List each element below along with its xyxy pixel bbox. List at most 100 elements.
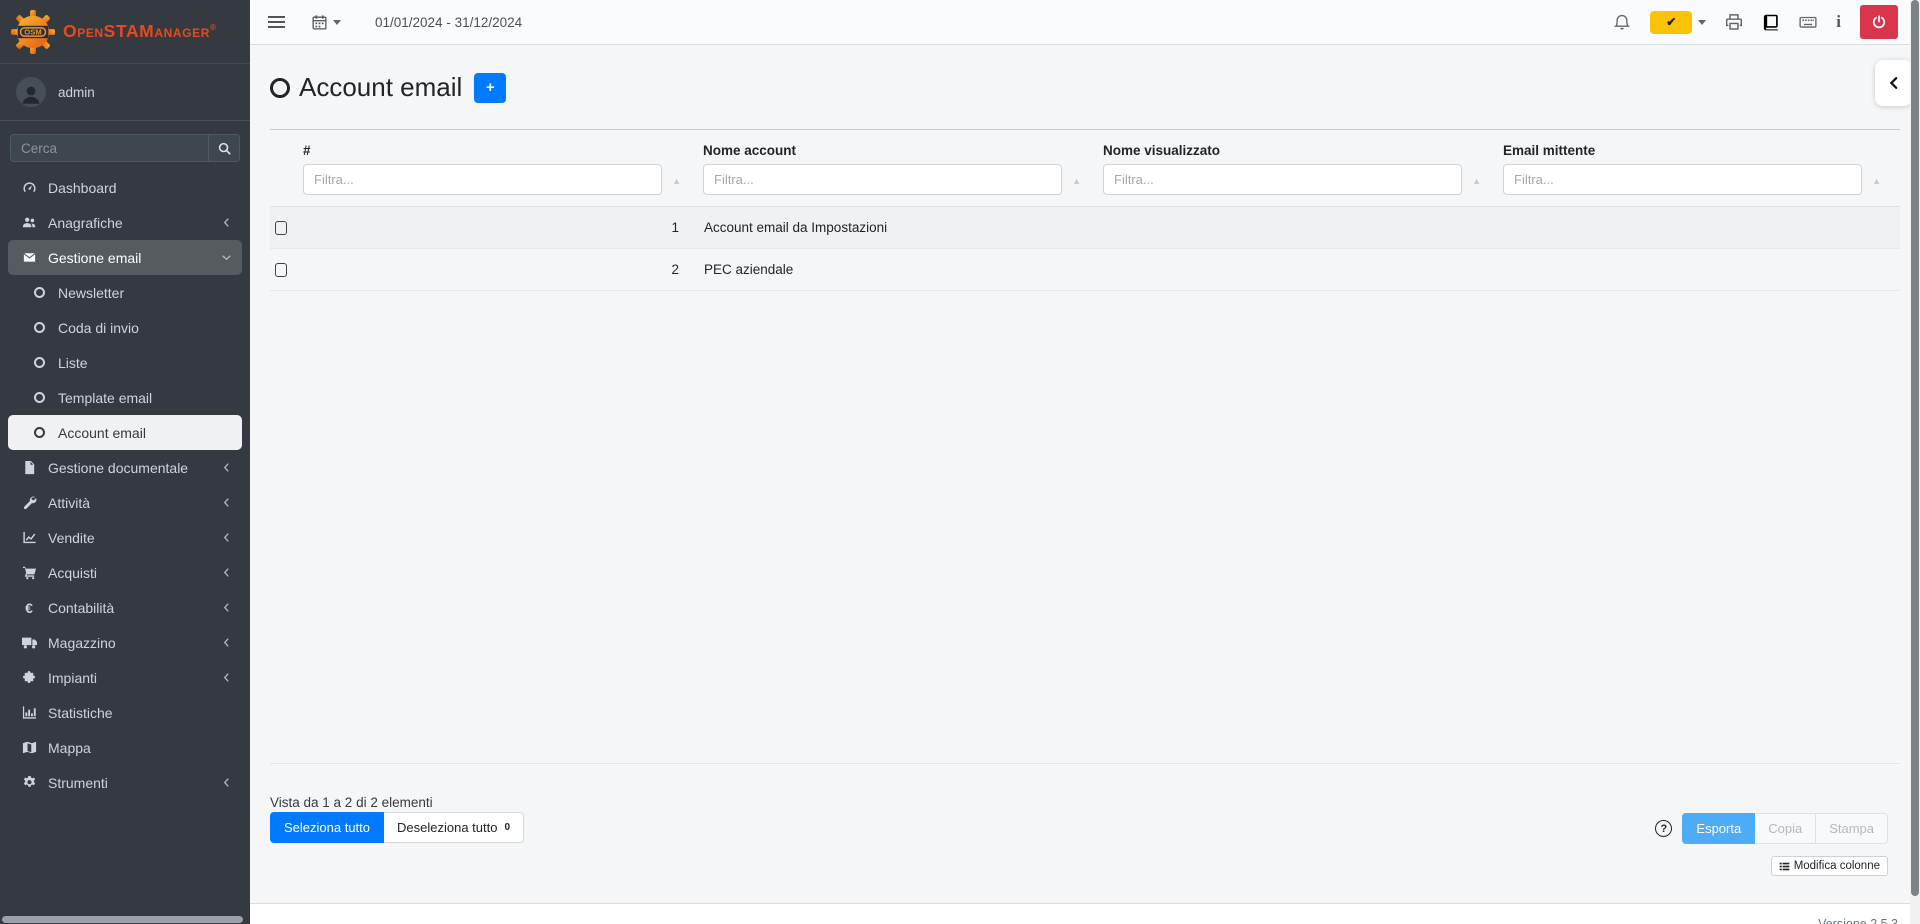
sidebar-item-attivita[interactable]: Attività	[8, 485, 242, 520]
filter-input-nome-visualizzato[interactable]	[1103, 164, 1462, 195]
power-icon	[1871, 14, 1887, 30]
column-header-nome-account: Nome account ▲	[700, 142, 1100, 195]
circle-icon	[28, 392, 50, 403]
sidebar-item-label: Coda di invio	[58, 320, 139, 336]
search-icon	[217, 141, 232, 156]
chevron-left-icon	[221, 217, 232, 228]
records-table: # ▲ Nome account ▲ Nome visualizzato ▲ E…	[270, 129, 1900, 291]
modify-columns-button[interactable]: Modifica colonne	[1771, 856, 1888, 876]
right-panel-toggle-button[interactable]	[1875, 60, 1912, 106]
caret-down-icon	[333, 20, 341, 25]
add-record-button[interactable]: +	[474, 73, 506, 103]
logo[interactable]: OSM OpenSTAManager®	[0, 0, 250, 64]
sidebar-item-anagrafiche[interactable]: Anagrafiche	[8, 205, 242, 240]
sort-asc-icon[interactable]: ▲	[1472, 176, 1481, 186]
help-icon[interactable]: ?	[1655, 820, 1672, 837]
bell-icon	[1613, 13, 1631, 31]
calendar-icon	[311, 14, 328, 31]
chevron-left-icon	[221, 637, 232, 648]
hamburger-menu-icon[interactable]	[268, 16, 285, 28]
sidebar-item-newsletter[interactable]: Newsletter	[8, 275, 242, 310]
filter-input-email-mittente[interactable]	[1503, 164, 1862, 195]
sidebar-item-acquisti[interactable]: Acquisti	[8, 555, 242, 590]
info-icon: i	[1836, 12, 1841, 32]
circle-icon	[28, 427, 50, 438]
sidebar-item-label: Statistiche	[48, 705, 113, 721]
cell-nome-account: PEC aziendale	[700, 262, 1100, 277]
print-button[interactable]	[1725, 13, 1743, 31]
chart-line-icon	[18, 530, 40, 545]
sidebar-item-label: Vendite	[48, 530, 95, 546]
chevron-left-icon	[221, 497, 232, 508]
results-summary: Vista da 1 a 2 di 2 elementi	[270, 795, 433, 810]
chevron-down-icon	[221, 252, 232, 263]
sidebar: OSM OpenSTAManager® admin Dashboard Anag	[0, 0, 250, 924]
copy-button[interactable]: Copia	[1755, 813, 1816, 844]
info-button[interactable]: i	[1836, 12, 1841, 32]
search-button[interactable]	[208, 135, 239, 161]
caret-down-icon	[1698, 20, 1706, 25]
sidebar-horizontal-scrollbar[interactable]	[2, 916, 243, 923]
sidebar-item-dashboard[interactable]: Dashboard	[8, 170, 242, 205]
tasks-status-button[interactable]: ✔	[1650, 11, 1692, 34]
sidebar-item-magazzino[interactable]: Magazzino	[8, 625, 242, 660]
page-header: Account email +	[270, 72, 1900, 103]
logout-button[interactable]	[1860, 5, 1898, 39]
deselect-all-button[interactable]: Deseleziona tutto 0	[384, 812, 524, 843]
logo-badge-text: OSM	[24, 27, 41, 36]
docs-button[interactable]	[1762, 13, 1780, 31]
euro-icon: €	[18, 601, 40, 615]
file-icon	[18, 460, 40, 475]
export-button[interactable]: Esporta	[1682, 813, 1755, 844]
puzzle-icon	[18, 670, 40, 685]
sort-asc-icon[interactable]: ▲	[1872, 176, 1881, 186]
vertical-scrollbar[interactable]	[1910, 0, 1920, 924]
book-icon	[1762, 13, 1780, 31]
tachometer-icon	[18, 180, 40, 195]
vertical-scrollbar-thumb[interactable]	[1911, 0, 1919, 896]
circle-icon	[28, 322, 50, 333]
date-range[interactable]: 01/01/2024 - 31/12/2024	[375, 15, 522, 30]
table-row[interactable]: 2 PEC aziendale	[270, 249, 1900, 291]
sidebar-item-label: Gestione email	[48, 250, 141, 266]
user-name: admin	[58, 85, 95, 100]
checkbox-column-header	[270, 142, 300, 195]
sidebar-item-gestione-email[interactable]: Gestione email	[8, 240, 242, 275]
select-all-button[interactable]: Seleziona tutto	[270, 812, 384, 843]
sidebar-item-mappa[interactable]: Mappa	[8, 730, 242, 765]
map-icon	[18, 740, 40, 755]
sidebar-item-label: Anagrafiche	[48, 215, 123, 231]
user-panel[interactable]: admin	[0, 64, 250, 121]
notifications-button[interactable]	[1613, 13, 1631, 31]
table-row[interactable]: 1 Account email da Impostazioni	[270, 207, 1900, 249]
app-window: OSM OpenSTAManager® admin Dashboard Anag	[0, 0, 1920, 924]
sidebar-item-label: Impianti	[48, 670, 97, 686]
envelope-icon	[18, 250, 40, 265]
filter-input-nome-account[interactable]	[703, 164, 1062, 195]
sort-asc-icon[interactable]: ▲	[1072, 176, 1081, 186]
sidebar-item-template-email[interactable]: Template email	[8, 380, 242, 415]
sidebar-item-account-email[interactable]: Account email	[8, 415, 242, 450]
sidebar-item-strumenti[interactable]: Strumenti	[8, 765, 242, 800]
sidebar-item-label: Attività	[48, 495, 90, 511]
sidebar-item-contabilita[interactable]: € Contabilità	[8, 590, 242, 625]
chevron-left-icon	[221, 602, 232, 613]
sort-asc-icon[interactable]: ▲	[672, 176, 681, 186]
sidebar-item-impianti[interactable]: Impianti	[8, 660, 242, 695]
sidebar-item-statistiche[interactable]: Statistiche	[8, 695, 242, 730]
sidebar-item-coda-di-invio[interactable]: Coda di invio	[8, 310, 242, 345]
export-toolbar: ? Esporta Copia Stampa	[1655, 813, 1888, 844]
print-table-button[interactable]: Stampa	[1816, 813, 1888, 844]
filter-input-id[interactable]	[303, 164, 662, 195]
search-input[interactable]	[11, 135, 208, 161]
column-header-email-mittente: Email mittente ▲	[1500, 142, 1900, 195]
sidebar-item-vendite[interactable]: Vendite	[8, 520, 242, 555]
circle-icon	[28, 287, 50, 298]
shortcuts-button[interactable]	[1799, 13, 1817, 31]
sidebar-item-gestione-documentale[interactable]: Gestione documentale	[8, 450, 242, 485]
calendar-dropdown[interactable]	[311, 14, 341, 31]
sidebar-item-label: Dashboard	[48, 180, 117, 196]
sidebar-item-liste[interactable]: Liste	[8, 345, 242, 380]
row-checkbox[interactable]	[275, 263, 287, 277]
row-checkbox[interactable]	[275, 221, 287, 235]
